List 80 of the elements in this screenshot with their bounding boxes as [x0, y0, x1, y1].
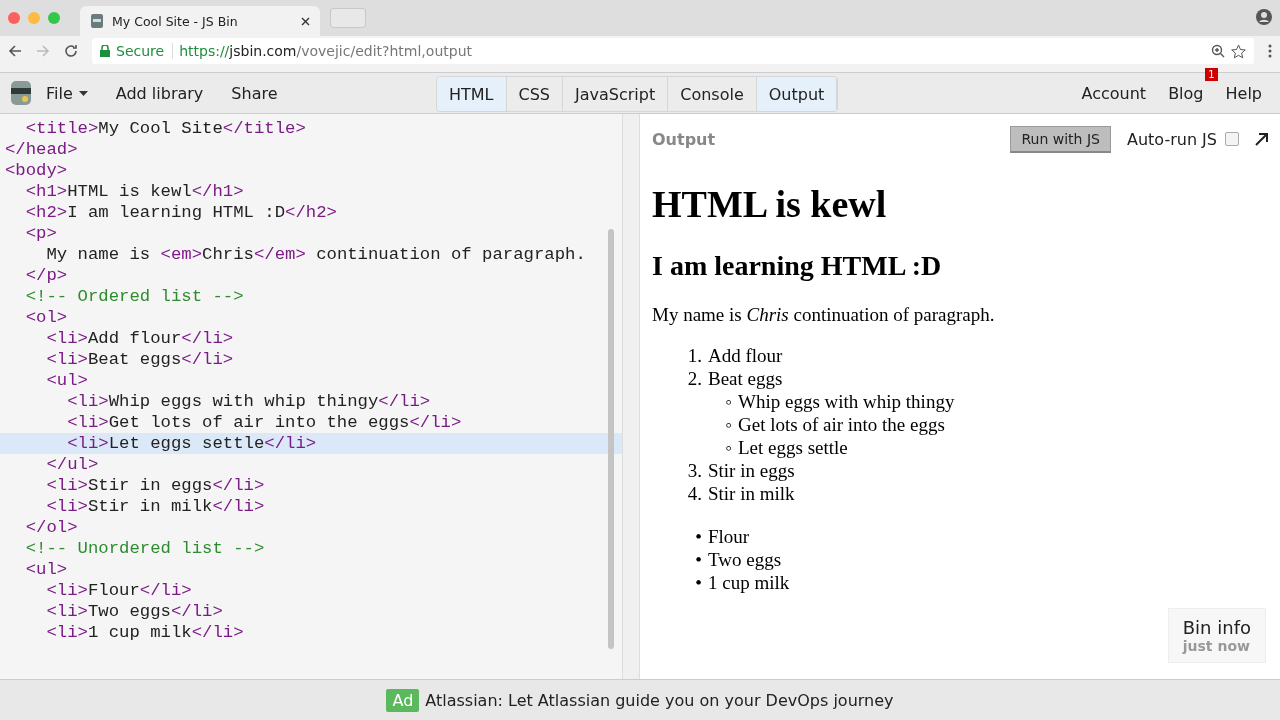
ad-link[interactable]: Atlassian: Let Atlassian guide you on your DevOps journey [425, 690, 894, 710]
code-line: <h2>I am learning HTML :D</h2> [24, 202, 338, 223]
reload-icon[interactable] [64, 44, 78, 58]
list-item: Two eggs [708, 548, 782, 571]
star-icon[interactable] [1231, 43, 1246, 59]
list-number: 3. [686, 459, 702, 482]
menu-icon[interactable] [1268, 44, 1272, 58]
code-editor[interactable] [0, 114, 622, 679]
code-line: <li>Stir in milk</li> [45, 496, 266, 517]
list-item: Stir in milk [708, 482, 795, 505]
back-icon[interactable] [8, 44, 22, 58]
code-line: <li>Whip eggs with whip thingy</li> [66, 391, 432, 412]
code-line: <li>Beat eggs</li> [45, 349, 235, 370]
code-line: <li>Add flour</li> [45, 328, 235, 349]
list-item: Beat eggs [708, 367, 783, 390]
browser-tab[interactable]: My Cool Site - JS Bin [80, 6, 320, 36]
menu-item[interactable]: Share [217, 79, 292, 107]
code-line: <h1>HTML is kewl</h1> [24, 181, 245, 202]
zoom-icon[interactable] [1211, 44, 1225, 58]
code-line: <ol> [24, 307, 69, 328]
panel-toggle[interactable]: HTML [437, 77, 507, 111]
lock-icon [100, 45, 110, 57]
panel-toggle[interactable]: Output [756, 77, 838, 111]
code-line: <li>Flour</li> [45, 580, 193, 601]
bin-info-panel[interactable]: Bin info just now [1167, 608, 1266, 663]
circle-bullet: ◦ [724, 413, 732, 436]
page-heading: HTML is kewl [652, 182, 888, 226]
code-line: <p> [24, 223, 58, 244]
bin-info-title: Bin info [1182, 617, 1251, 638]
run-button[interactable]: Run with JS [1010, 125, 1111, 153]
nav-link[interactable]: Help [1217, 79, 1270, 107]
list-item: Let eggs settle [738, 436, 848, 459]
nav-link[interactable]: Account [1073, 79, 1155, 107]
code-line: <ul> [45, 370, 89, 391]
list-item: Add flour [708, 344, 783, 367]
menu-item[interactable]: File [32, 79, 102, 107]
list-item: Get lots of air into the eggs [738, 413, 945, 436]
popout-arrow-icon[interactable] [1255, 132, 1268, 146]
bullet: • [694, 525, 702, 548]
bullet: • [694, 548, 702, 571]
bullet: • [694, 571, 702, 594]
code-line: <li>Stir in eggs</li> [45, 475, 266, 496]
code-line: <!-- Ordered list --> [24, 286, 245, 307]
paragraph: My name is Chris continuation of paragraph. [652, 304, 996, 326]
circle-bullet: ◦ [724, 436, 732, 459]
code-line: </head> [4, 139, 79, 160]
scrollbar[interactable] [608, 229, 614, 649]
nav-link[interactable]: Blog [1160, 79, 1212, 107]
circle-bullet: ◦ [724, 390, 732, 413]
list-number: 4. [686, 482, 702, 505]
code-line: <ul> [24, 559, 69, 580]
list-item: Stir in eggs [708, 459, 795, 482]
code-line: <title>My Cool Site</title> [24, 118, 307, 139]
output-title: Output [652, 129, 716, 149]
code-line: <li>1 cup milk</li> [45, 622, 245, 643]
caret-icon [78, 90, 88, 96]
list-item: Flour [708, 525, 750, 548]
close-icon[interactable] [301, 16, 310, 26]
code-line: <body> [4, 160, 69, 181]
code-line: My name is <em>Chris</em> continuation of paragraph. [45, 244, 587, 265]
list-item: Whip eggs with whip thingy [738, 390, 955, 413]
ad-label: Ad [386, 688, 420, 712]
page-subheading: I am learning HTML :D [652, 250, 943, 282]
code-line: <li>Two eggs</li> [45, 601, 224, 622]
autorun-checkbox[interactable] [1225, 132, 1239, 146]
profile-icon[interactable] [1256, 9, 1272, 25]
code-line: </ul> [45, 454, 100, 475]
code-line: </ol> [24, 517, 79, 538]
list-item: 1 cup milk [708, 571, 790, 594]
code-line: <!-- Unordered list --> [24, 538, 266, 559]
code-line: </p> [24, 265, 69, 286]
autorun-label: Auto-run JS [1126, 129, 1217, 149]
address-bar[interactable]: Secure https://jsbin.com/vovejic/edit?html,output [92, 38, 1254, 64]
code-line: <li>Get lots of air into the eggs</li> [66, 412, 463, 433]
jsbin-logo-icon [10, 79, 32, 107]
list-number: 2. [686, 367, 702, 390]
bin-info-time: just now [1182, 638, 1251, 654]
menu-item[interactable]: Add library [101, 79, 218, 107]
bin-icon [90, 13, 104, 29]
list-number: 1. [686, 344, 702, 367]
